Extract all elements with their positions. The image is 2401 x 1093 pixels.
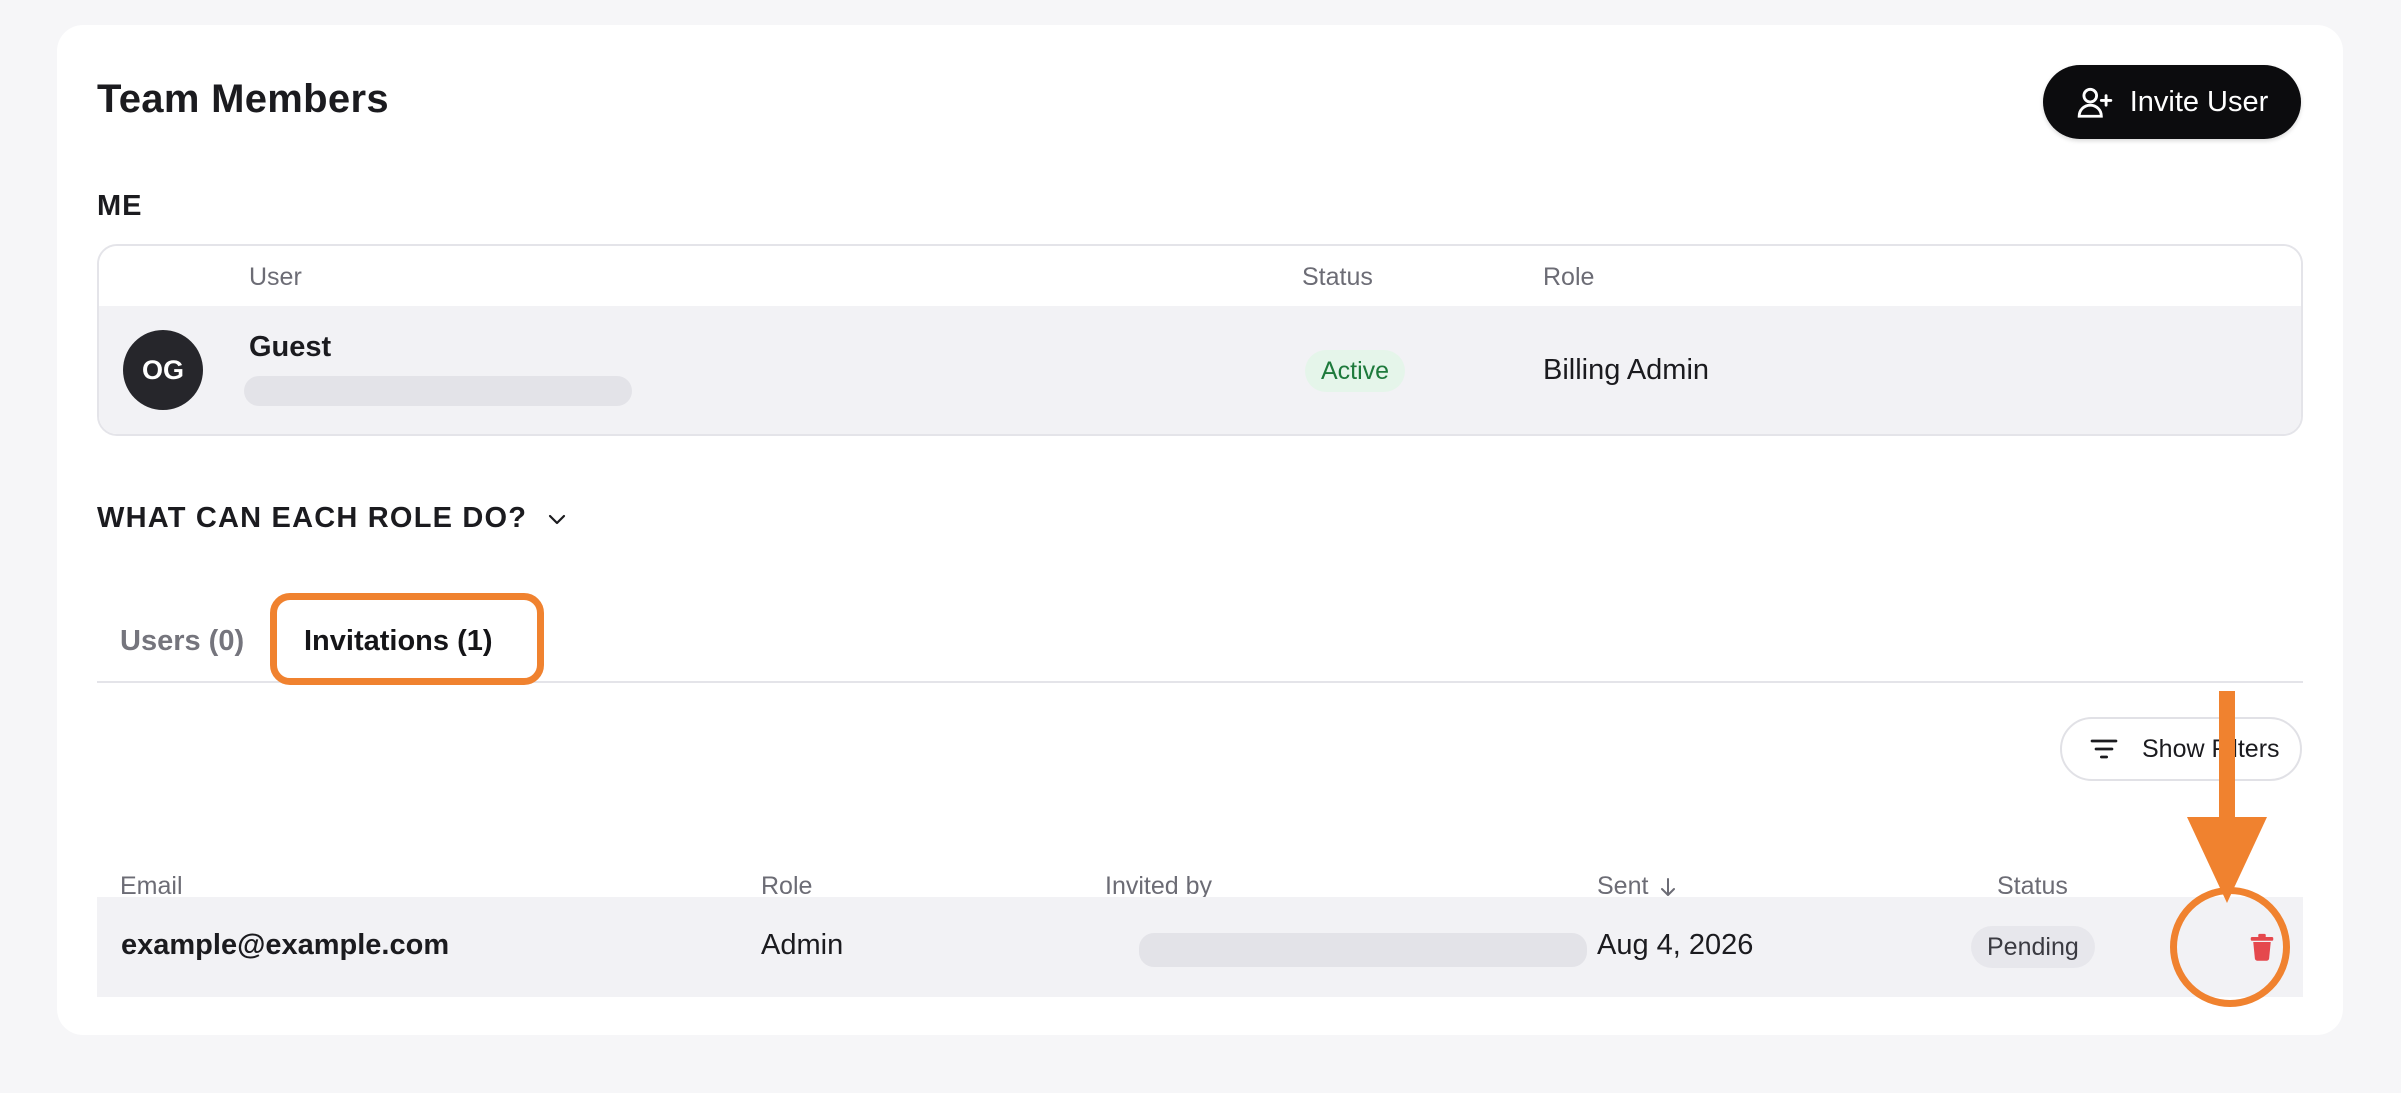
- avatar: OG: [123, 330, 203, 410]
- col-header-user: User: [249, 263, 302, 291]
- status-badge: Active: [1305, 350, 1406, 392]
- me-table: User Status Role OG Guest Active Billing…: [97, 244, 2303, 436]
- tabs-divider: [97, 681, 2303, 683]
- col-header-status: Status: [1302, 263, 1373, 291]
- role-permissions-toggle[interactable]: WHAT CAN EACH ROLE DO?: [97, 502, 569, 535]
- tab-invitations[interactable]: Invitations (1): [304, 625, 493, 658]
- page-title: Team Members: [97, 77, 389, 121]
- invite-role: Admin: [761, 929, 844, 961]
- invite-user-label: Invite User: [2129, 85, 2269, 118]
- invite-email: example@example.com: [121, 929, 450, 961]
- user-name: Guest: [249, 331, 332, 363]
- table-row: example@example.com Admin Aug 4, 2026 Pe…: [97, 897, 2303, 997]
- col-header-role: Role: [1543, 263, 1595, 291]
- role-permissions-label: WHAT CAN EACH ROLE DO?: [97, 502, 528, 534]
- arrow-down-icon: [1661, 877, 1676, 896]
- email-placeholder-skeleton: [244, 376, 632, 406]
- user-plus-icon: [2077, 87, 2112, 118]
- invite-user-button[interactable]: Invite User: [2043, 65, 2301, 139]
- trash-icon[interactable]: [2247, 931, 2277, 963]
- chevron-down-icon: [549, 514, 566, 524]
- user-role: Billing Admin: [1543, 354, 1710, 386]
- tab-users[interactable]: Users (0): [120, 625, 244, 658]
- me-table-header: User Status Role: [99, 246, 2301, 306]
- team-members-card: Team Members Invite User ME User Status …: [57, 25, 2343, 1035]
- status-badge: Pending: [1971, 926, 2095, 968]
- filter-icon: [2090, 739, 2118, 759]
- show-filters-button[interactable]: Show Filters: [2060, 717, 2302, 781]
- show-filters-label: Show Filters: [2142, 734, 2280, 763]
- invited-by-placeholder-skeleton: [1139, 933, 1587, 967]
- me-user-row: OG Guest Active Billing Admin: [99, 306, 2301, 434]
- invite-sent-date: Aug 4, 2026: [1597, 929, 1754, 961]
- me-section-label: ME: [97, 190, 143, 222]
